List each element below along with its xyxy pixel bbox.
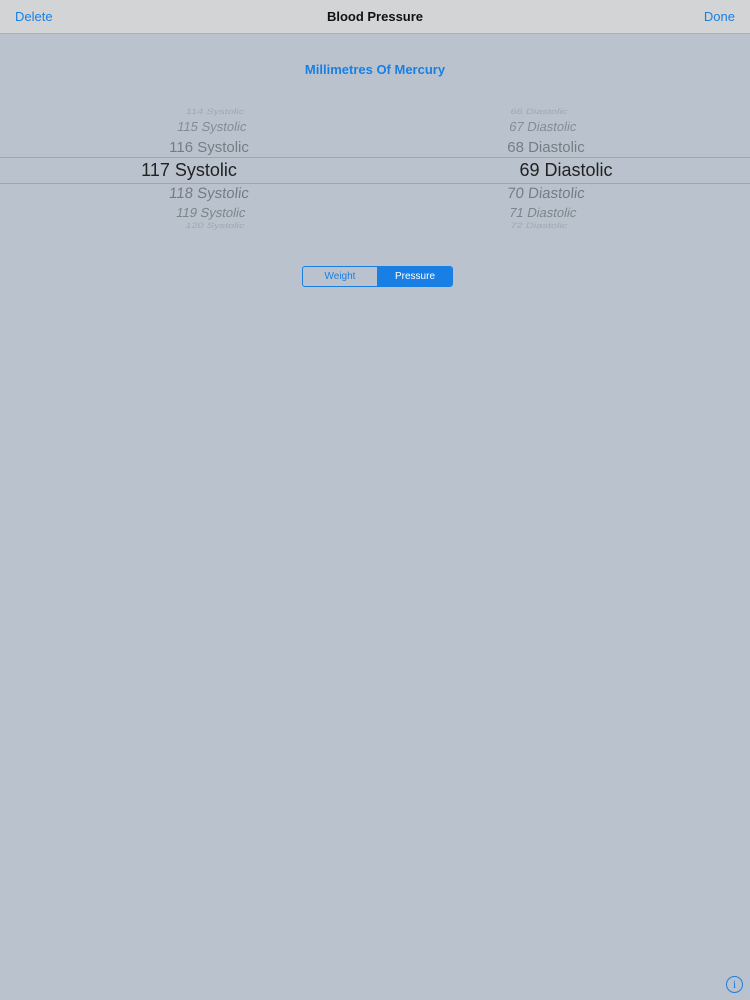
diastolic-picker-item-selected[interactable]: 69 Diastolic [519, 160, 612, 181]
unit-label: Millimetres Of Mercury [304, 62, 446, 77]
pressure-picker[interactable]: 114 Systolic 115 Systolic 116 Systolic 1… [0, 100, 750, 235]
diastolic-picker-item[interactable]: 68 Diastolic [507, 139, 585, 156]
diastolic-picker-item[interactable]: 67 Diastolic [508, 119, 578, 134]
weight-pressure-segmented-control[interactable]: Weight Pressure [302, 266, 453, 287]
segment-pressure[interactable]: Pressure [378, 267, 452, 286]
picker-selection-band [0, 157, 750, 184]
done-button[interactable]: Done [704, 9, 735, 24]
systolic-picker-item[interactable]: 115 Systolic [176, 119, 248, 134]
page-title: Blood Pressure [326, 9, 424, 24]
systolic-picker-item[interactable]: 114 Systolic [185, 108, 246, 116]
systolic-picker-item-selected[interactable]: 117 Systolic [141, 160, 237, 181]
info-icon[interactable]: i [726, 976, 743, 993]
diastolic-picker-item[interactable]: 72 Diastolic [510, 222, 569, 230]
diastolic-picker-item[interactable]: 66 Diastolic [510, 108, 569, 116]
systolic-picker-item[interactable]: 118 Systolic [168, 185, 250, 202]
systolic-picker-item[interactable]: 119 Systolic [175, 205, 247, 220]
diastolic-picker-item[interactable]: 71 Diastolic [508, 205, 578, 220]
systolic-picker-item[interactable]: 116 Systolic [169, 139, 249, 156]
navigation-bar: Delete Blood Pressure Done [0, 0, 750, 34]
diastolic-picker-item[interactable]: 70 Diastolic [506, 185, 585, 202]
segment-weight[interactable]: Weight [303, 267, 378, 286]
systolic-picker-item[interactable]: 120 Systolic [184, 222, 245, 230]
